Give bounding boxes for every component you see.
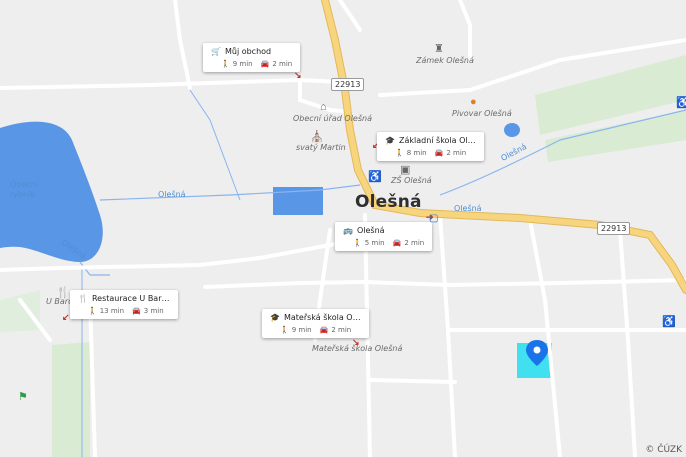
drive-time: 🚘 2 min xyxy=(392,239,425,247)
pointer-arrow-restaurant: ↙ xyxy=(62,312,70,322)
bus-icon: 🚌 xyxy=(343,226,353,235)
place-label-townhall: Obecní úřad Olešná xyxy=(293,114,372,123)
walk-time: 🚶 8 min xyxy=(395,149,427,157)
walk-icon: 🚶 xyxy=(280,326,289,334)
castle-icon: ♜ xyxy=(434,43,444,55)
drive-time: 🚘 2 min xyxy=(434,149,467,157)
copyright-notice[interactable]: © ČÚZK xyxy=(645,445,682,455)
car-icon: 🚘 xyxy=(132,307,141,315)
poi-card-shop[interactable]: 🛒 Můj obchod 🚶 9 min 🚘 2 min xyxy=(203,43,301,72)
poi-card-title: Mateřská škola O… xyxy=(283,313,361,322)
car-icon: 🚘 xyxy=(260,60,270,68)
poi-card-title: Olešná xyxy=(356,226,385,235)
stream-label-1: Olešná xyxy=(158,190,186,199)
poi-card-bus-stop[interactable]: 🚌 Olešná 🚶 5 min 🚘 2 min xyxy=(335,222,433,251)
pointer-arrow-kindergarten: ↘ xyxy=(352,337,360,347)
walk-icon: 🚶 xyxy=(221,60,230,68)
drive-time: 🚘 2 min xyxy=(319,326,352,334)
road-shield-22913-north: 22913 xyxy=(331,78,365,91)
walking-route-icon: ⚑ xyxy=(18,391,28,403)
bus-stop-label: Olešná xyxy=(454,204,482,213)
fork-knife-icon: 🍴 xyxy=(56,287,70,299)
walk-time: 🚶 9 min xyxy=(221,60,253,68)
accessibility-icon-3: ♿ xyxy=(368,171,382,183)
brewery-icon: ● xyxy=(470,96,477,108)
place-label-school: ZŠ Olešná xyxy=(391,176,432,185)
walk-time: 🚶 9 min xyxy=(280,326,312,334)
restaurant-icon: 🍴 xyxy=(78,294,88,303)
place-label-castle: Zámek Olešná xyxy=(416,56,474,65)
church-icon: ⛪ xyxy=(310,131,324,143)
accessibility-icon: ♿ xyxy=(676,97,686,109)
poi-card-kindergarten[interactable]: 🎓 Mateřská škola O… 🚶 9 min 🚘 2 min xyxy=(262,309,369,338)
poi-card-restaurant[interactable]: 🍴 Restaurace U Bar… 🚶 13 min 🚘 3 min xyxy=(70,290,178,319)
townhall-icon: ⌂ xyxy=(320,101,327,113)
car-icon: 🚘 xyxy=(392,239,402,247)
poi-card-title: Můj obchod xyxy=(224,47,272,56)
place-label-brewery: Pivovar Olešná xyxy=(452,109,512,118)
drive-time: 🚘 3 min xyxy=(132,307,164,315)
pond-label: Obecní rybník xyxy=(10,180,38,199)
school-icon: 🎓 xyxy=(270,313,280,322)
poi-card-school[interactable]: 🎓 Základní škola Ol… 🚶 8 min 🚘 2 min xyxy=(377,132,484,161)
car-icon: 🚘 xyxy=(319,326,329,334)
accessibility-icon-2: ♿ xyxy=(662,316,676,328)
poi-card-title: Základní škola Ol… xyxy=(398,136,476,145)
walk-time: 🚶 5 min xyxy=(353,239,385,247)
school-icon: 🎓 xyxy=(385,136,395,145)
map-canvas[interactable]: Olešná 22913 22913 Obecní rybník Olešná … xyxy=(0,0,686,457)
place-label-church: svatý Martin xyxy=(296,143,346,152)
cart-icon: 🛒 xyxy=(211,47,221,56)
drive-time: 🚘 2 min xyxy=(260,60,293,68)
walk-icon: 🚶 xyxy=(353,239,362,247)
walk-icon: 🚶 xyxy=(395,149,404,157)
walk-icon: 🚶 xyxy=(88,307,97,315)
walk-time: 🚶 13 min xyxy=(88,307,125,315)
car-icon: 🚘 xyxy=(434,149,444,157)
road-shield-22913-east: 22913 xyxy=(597,222,631,235)
poi-card-title: Restaurace U Bar… xyxy=(91,294,170,303)
town-label: Olešná xyxy=(355,192,422,212)
school-building-icon: ▣ xyxy=(400,164,411,176)
